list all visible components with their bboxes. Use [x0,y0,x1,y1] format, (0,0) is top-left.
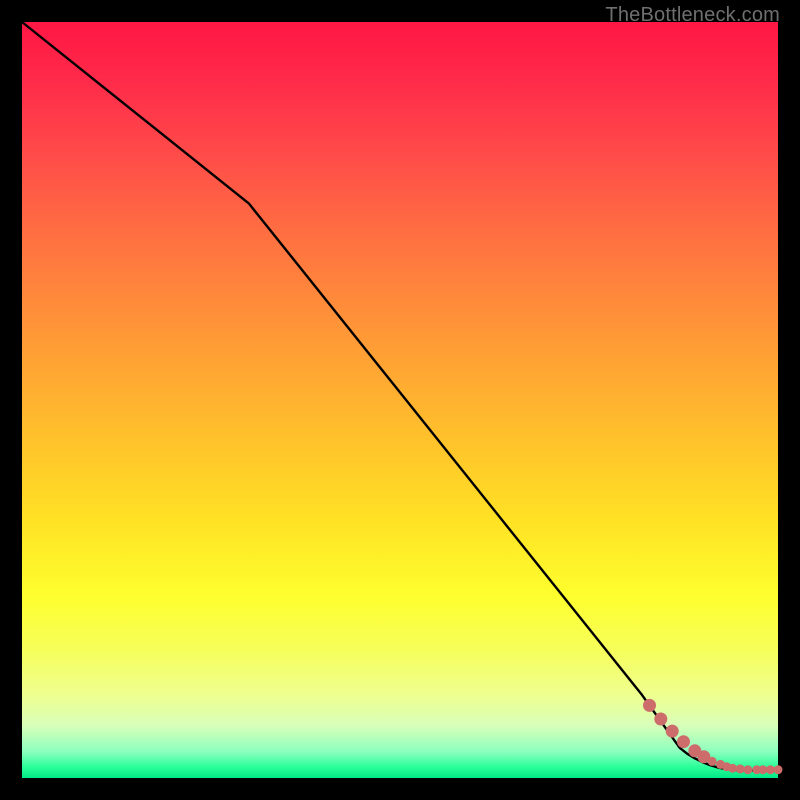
chart-overlay [22,22,778,778]
marker-dot [643,699,656,712]
main-curve [22,22,778,770]
marker-dot [708,757,717,766]
marker-dot [654,713,667,726]
marker-dot [774,765,783,774]
marker-dot [666,725,679,738]
marker-dot [736,764,745,773]
tail-markers [643,699,783,774]
watermark-text: TheBottleneck.com [605,4,780,27]
marker-dot [743,765,752,774]
marker-dot [728,764,737,773]
chart-stage: TheBottleneck.com [0,0,800,800]
marker-dot [677,735,690,748]
